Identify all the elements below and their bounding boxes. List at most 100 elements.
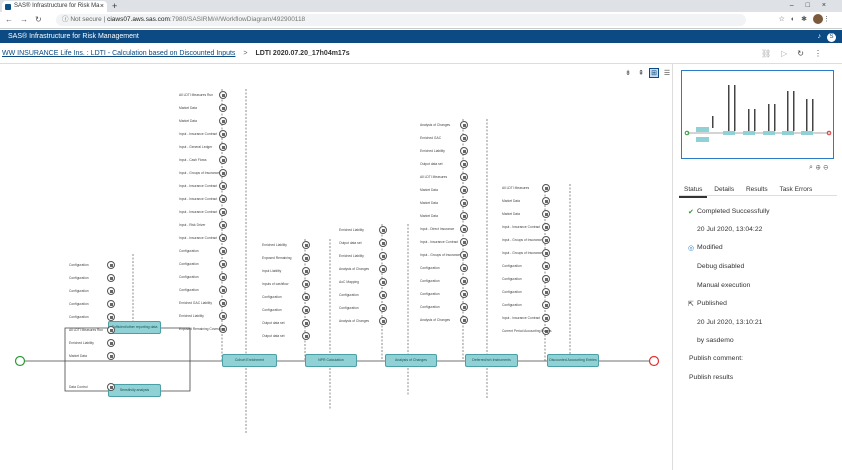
dataset-icon[interactable] (379, 265, 387, 273)
extension-icon[interactable]: ◐ (791, 16, 801, 23)
refresh-icon[interactable]: ↻ (797, 49, 814, 58)
link-icon[interactable]: ⛓ (761, 49, 781, 58)
dataset-icon[interactable] (379, 226, 387, 234)
diagram-view-icon[interactable]: ⊞ (649, 68, 659, 78)
dataset-icon[interactable] (219, 117, 227, 125)
forward-icon[interactable]: → (20, 15, 28, 24)
puzzle-icon[interactable]: ✱ (801, 16, 813, 23)
menu-icon[interactable]: ⋮ (823, 16, 836, 23)
dataset-icon[interactable] (460, 316, 468, 324)
dataset-icon[interactable] (219, 299, 227, 307)
dataset-icon[interactable] (379, 239, 387, 247)
dataset-icon[interactable] (107, 274, 115, 282)
dataset-icon[interactable] (302, 293, 310, 301)
zoom-out-icon[interactable]: ⊖ (824, 164, 832, 171)
dataset-icon[interactable] (460, 277, 468, 285)
dataset-icon[interactable] (302, 241, 310, 249)
dataset-icon[interactable] (542, 210, 550, 218)
dataset-icon[interactable] (107, 326, 115, 334)
dataset-icon[interactable] (302, 280, 310, 288)
dataset-icon[interactable] (460, 186, 468, 194)
dataset-icon[interactable] (460, 121, 468, 129)
breadcrumb-parent-link[interactable]: WW INSURANCE Life Ins. : LDTI - Calculat… (2, 50, 235, 57)
dataset-icon[interactable] (460, 290, 468, 298)
dataset-icon[interactable] (379, 278, 387, 286)
dataset-icon[interactable] (379, 317, 387, 325)
workflow-node[interactable]: Sufficient/other reporting data (108, 321, 161, 334)
dataset-icon[interactable] (107, 287, 115, 295)
dataset-icon[interactable] (542, 314, 550, 322)
dataset-icon[interactable] (107, 352, 115, 360)
new-tab-button[interactable]: + (112, 0, 117, 12)
more-icon[interactable]: ⋮ (814, 49, 832, 58)
publish-results-link[interactable]: Publish results (689, 374, 733, 381)
dataset-icon[interactable] (219, 143, 227, 151)
dataset-icon[interactable] (219, 91, 227, 99)
tab-task-errors[interactable]: Task Errors (774, 184, 817, 196)
diagram-minimap[interactable] (681, 70, 834, 159)
dataset-icon[interactable] (107, 313, 115, 321)
profile-avatar[interactable] (813, 14, 823, 25)
dataset-icon[interactable] (302, 267, 310, 275)
dataset-icon[interactable] (460, 264, 468, 272)
workflow-canvas[interactable]: Sufficient/other reporting data Sensitiv… (0, 64, 672, 470)
dataset-icon[interactable] (219, 104, 227, 112)
workflow-node[interactable]: Discounted Accounting Entries (547, 354, 599, 367)
dataset-icon[interactable] (460, 147, 468, 155)
dataset-icon[interactable] (460, 199, 468, 207)
dataset-icon[interactable] (379, 291, 387, 299)
dataset-icon[interactable] (460, 225, 468, 233)
dataset-icon[interactable] (219, 130, 227, 138)
dataset-icon[interactable] (107, 383, 115, 391)
workflow-node[interactable]: Deferred/rch Instruments (465, 354, 518, 367)
dataset-icon[interactable] (219, 273, 227, 281)
dataset-icon[interactable] (542, 301, 550, 309)
user-avatar[interactable]: S (827, 33, 836, 42)
dataset-icon[interactable] (460, 238, 468, 246)
url-input[interactable]: ⓘ Not secure | ciaws07.aws.sas.com:7980/… (56, 14, 746, 26)
window-controls[interactable]: –□× (790, 0, 838, 12)
dataset-icon[interactable] (542, 197, 550, 205)
dataset-icon[interactable] (460, 303, 468, 311)
dataset-icon[interactable] (542, 275, 550, 283)
dataset-icon[interactable] (219, 169, 227, 177)
dataset-icon[interactable] (460, 212, 468, 220)
dataset-icon[interactable] (219, 208, 227, 216)
dataset-icon[interactable] (219, 195, 227, 203)
expand-icon[interactable]: ⇞ (636, 69, 646, 79)
dataset-icon[interactable] (379, 304, 387, 312)
workflow-node[interactable]: NPR Calculation (305, 354, 357, 367)
dataset-icon[interactable] (542, 236, 550, 244)
dataset-icon[interactable] (379, 252, 387, 260)
reload-icon[interactable]: ↻ (35, 15, 42, 24)
dataset-icon[interactable] (542, 288, 550, 296)
tab-details[interactable]: Details (709, 184, 739, 196)
workflow-node[interactable]: Analysis of Changes (385, 354, 437, 367)
dataset-icon[interactable] (542, 262, 550, 270)
dataset-icon[interactable] (107, 339, 115, 347)
workflow-node[interactable]: Cohort Enrichment (222, 354, 277, 367)
dataset-icon[interactable] (302, 254, 310, 262)
dataset-icon[interactable] (107, 261, 115, 269)
close-tab-icon[interactable]: × (100, 1, 104, 12)
dataset-icon[interactable] (107, 300, 115, 308)
list-view-icon[interactable]: ☰ (662, 69, 672, 79)
dataset-icon[interactable] (219, 260, 227, 268)
dataset-icon[interactable] (302, 306, 310, 314)
dataset-icon[interactable] (542, 249, 550, 257)
dataset-icon[interactable] (219, 234, 227, 242)
collapse-icon[interactable]: ⇟ (623, 69, 633, 79)
play-icon[interactable]: ▷ (781, 49, 797, 58)
browser-tab[interactable]: SAS® Infrastructure for Risk Ma × (2, 1, 107, 12)
dataset-icon[interactable] (542, 223, 550, 231)
dataset-icon[interactable] (460, 160, 468, 168)
dataset-icon[interactable] (302, 319, 310, 327)
dataset-icon[interactable] (219, 247, 227, 255)
fit-icon[interactable]: ⌕ (809, 164, 816, 171)
zoom-in-icon[interactable]: ⊕ (816, 164, 824, 171)
back-icon[interactable]: ← (5, 15, 13, 24)
dataset-icon[interactable] (219, 286, 227, 294)
workflow-node[interactable]: Sensitivity analysis (108, 384, 161, 397)
dataset-icon[interactable] (302, 332, 310, 340)
dataset-icon[interactable] (219, 312, 227, 320)
